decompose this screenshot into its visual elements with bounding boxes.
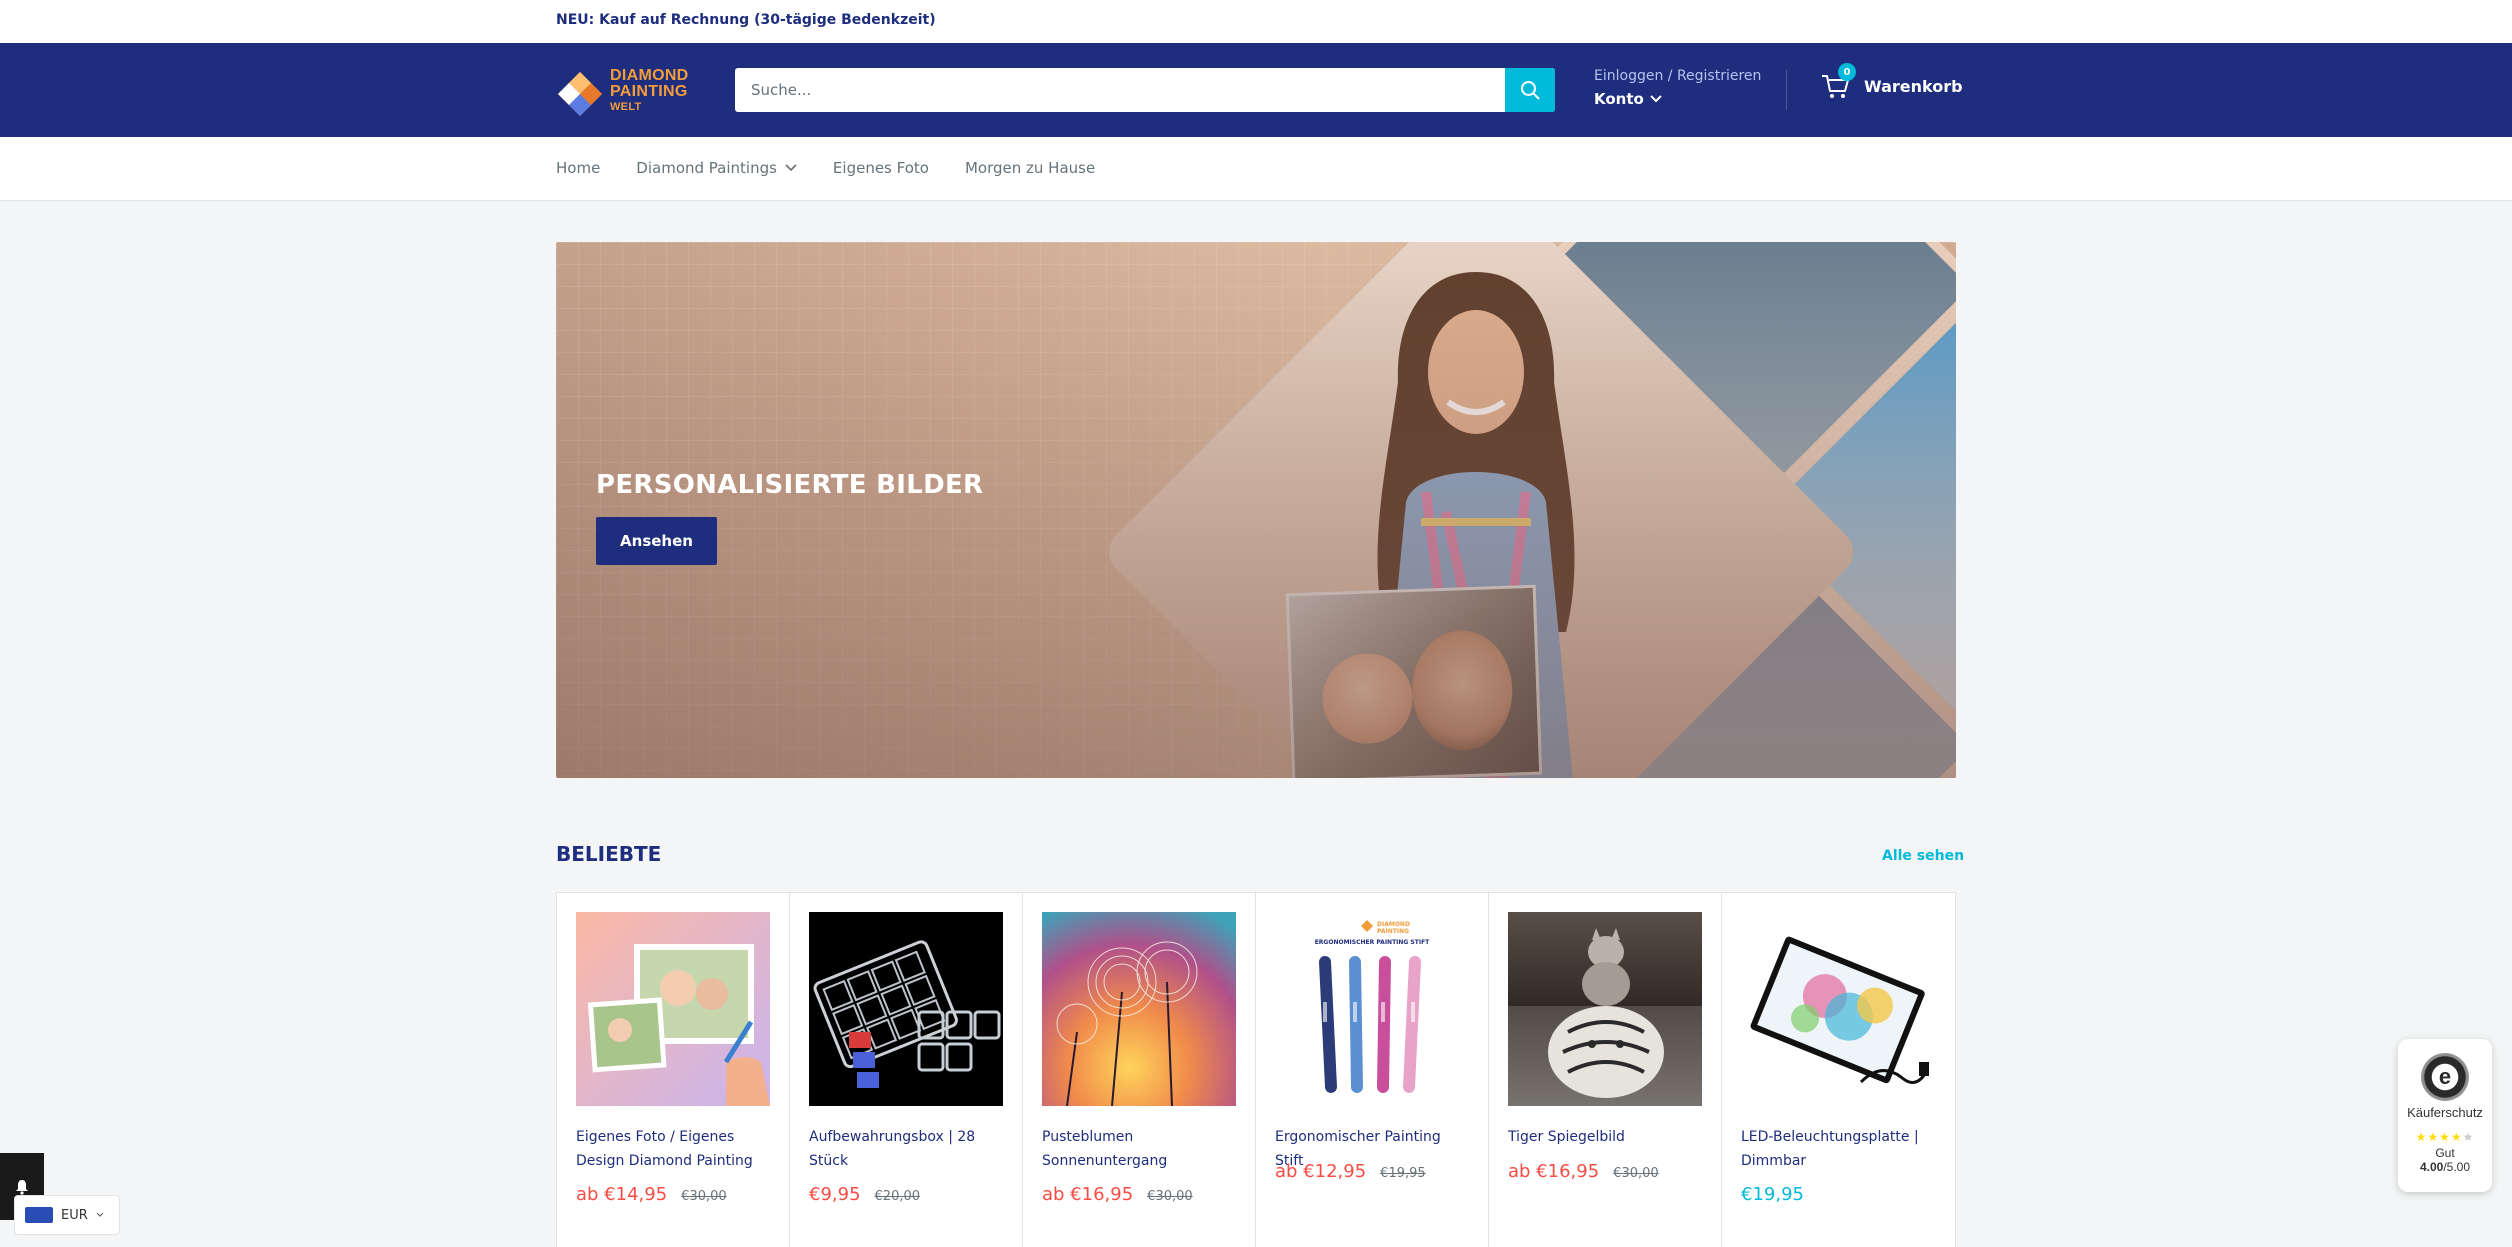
search-icon: [1521, 81, 1540, 100]
chevron-down-icon: [785, 164, 797, 172]
nav-item-morgen-zu-hause[interactable]: Morgen zu Hause: [965, 159, 1095, 177]
search-button[interactable]: [1505, 68, 1555, 112]
sale-price: ab €12,95: [1275, 1161, 1367, 1182]
cart-count-badge: 0: [1838, 63, 1856, 81]
site-header: DIAMOND PAINTING WELT Einloggen / Regist…: [0, 43, 2512, 137]
diamond-logo-icon: [558, 72, 602, 116]
product-name[interactable]: Aufbewahrungsbox | 28 Stück: [809, 1125, 1005, 1173]
hero-banner[interactable]: PERSONALISIERTE BILDER Ansehen: [556, 242, 1956, 778]
hero-overlay: [556, 242, 1956, 778]
product-price: ab €16,95 €30,00: [1508, 1161, 1659, 1182]
original-price: €30,00: [1613, 1166, 1659, 1181]
product-name[interactable]: LED-Beleuchtungsplatte | Dimmbar: [1741, 1125, 1937, 1173]
product-price: €19,95: [1741, 1184, 1804, 1205]
nav-label: Home: [556, 159, 601, 177]
product-image-caption: ERGONOMISCHER PAINTING STIFT: [1315, 939, 1430, 946]
hero-cta-button[interactable]: Ansehen: [596, 517, 717, 565]
trust-badge[interactable]: e Käuferschutz ★★★★★ Gut 4.00/5.00: [2398, 1039, 2492, 1192]
sale-price: ab €14,95: [576, 1184, 668, 1205]
chevron-down-icon: [1650, 95, 1662, 103]
nav-label: Morgen zu Hause: [964, 159, 1096, 177]
sale-price: ab €16,95: [1042, 1184, 1134, 1205]
product-card[interactable]: DIAMOND PAINTING ERGONOMISCHER PAINTING …: [1256, 893, 1489, 1247]
product-price: ab €14,95 €30,00: [576, 1184, 727, 1205]
sale-price: ab €16,95: [1508, 1161, 1600, 1182]
product-price: ab €16,95 €30,00: [1042, 1184, 1193, 1205]
account-label: Konto: [1594, 90, 1644, 108]
original-price: €30,00: [1147, 1189, 1193, 1204]
login-register-link[interactable]: Einloggen / Registrieren: [1594, 68, 1761, 84]
product-card[interactable]: Aufbewahrungsbox | 28 Stück €9,95 €20,00: [790, 893, 1023, 1247]
nav-item-eigenes-foto[interactable]: Eigenes Foto: [833, 159, 929, 177]
product-grid: Eigenes Foto / Eigenes Design Diamond Pa…: [556, 892, 1956, 1247]
logo-line-1: DIAMOND: [610, 67, 689, 84]
original-price: €20,00: [874, 1189, 921, 1204]
original-price: €19,95: [1380, 1166, 1426, 1181]
nav-label: Diamond Paintings: [636, 159, 777, 177]
rating-grade: Gut: [2435, 1146, 2455, 1160]
eu-flag-icon: [25, 1207, 53, 1223]
cart-button[interactable]: 0 Warenkorb: [1820, 63, 1963, 101]
currency-code: EUR: [61, 1207, 88, 1223]
price: €19,95: [1741, 1184, 1804, 1205]
product-card[interactable]: LED-Beleuchtungsplatte | Dimmbar €19,95: [1722, 893, 1955, 1247]
hero-title: PERSONALISIERTE BILDER: [596, 470, 984, 500]
product-card[interactable]: Tiger Spiegelbild ab €16,95 €30,00: [1489, 893, 1722, 1247]
announcement-text[interactable]: NEU: Kauf auf Rechnung (30-tägige Bedenk…: [556, 12, 936, 28]
section-title: BELIEBTE: [556, 842, 662, 866]
product-price: €9,95 €20,00: [809, 1184, 920, 1205]
logo-line-2: PAINTING: [610, 83, 688, 100]
sale-price: €9,95: [809, 1184, 861, 1205]
account-area: Einloggen / Registrieren Konto: [1594, 68, 1761, 108]
product-image[interactable]: [1741, 912, 1935, 1106]
rating-max: /5.00: [2443, 1160, 2471, 1174]
product-image-caption: DIAMOND: [1377, 921, 1410, 928]
logo-line-3: WELT: [610, 101, 642, 113]
logo[interactable]: DIAMOND PAINTING WELT: [556, 66, 706, 116]
trust-seal-icon: e: [2421, 1053, 2469, 1101]
main-nav: Home Diamond Paintings Eigenes Foto Morg…: [0, 137, 2512, 201]
trust-label: Käuferschutz: [2407, 1105, 2483, 1120]
cart-label: Warenkorb: [1864, 76, 1963, 96]
product-image[interactable]: [576, 912, 770, 1106]
product-image[interactable]: [1508, 912, 1702, 1106]
rating-score: 4.00/5.00: [2398, 1160, 2492, 1174]
product-name[interactable]: Eigenes Foto / Eigenes Design Diamond Pa…: [576, 1125, 772, 1173]
account-menu[interactable]: Konto: [1594, 90, 1662, 108]
rating-stars: ★★★★★: [2415, 1130, 2475, 1144]
header-divider: [1786, 70, 1787, 110]
product-name[interactable]: Pusteblumen Sonnenuntergang: [1042, 1125, 1238, 1173]
product-image[interactable]: DIAMOND PAINTING ERGONOMISCHER PAINTING …: [1275, 912, 1469, 1106]
announcement-bar: NEU: Kauf auf Rechnung (30-tägige Bedenk…: [0, 0, 2512, 43]
currency-selector[interactable]: EUR: [14, 1195, 120, 1235]
see-all-link[interactable]: Alle sehen: [1882, 848, 1964, 864]
search-bar: [735, 68, 1555, 112]
product-image[interactable]: [809, 912, 1003, 1106]
nav-label: Eigenes Foto: [832, 159, 929, 177]
product-card[interactable]: Eigenes Foto / Eigenes Design Diamond Pa…: [557, 893, 790, 1247]
product-image[interactable]: [1042, 912, 1236, 1106]
product-name[interactable]: Tiger Spiegelbild: [1508, 1125, 1704, 1149]
original-price: €30,00: [681, 1189, 727, 1204]
product-price: ab €12,95 €19,95: [1275, 1161, 1426, 1182]
bell-icon: [16, 1179, 28, 1195]
cart-icon: 0: [1820, 63, 1856, 101]
product-card[interactable]: Pusteblumen Sonnenuntergang ab €16,95 €3…: [1023, 893, 1256, 1247]
nav-item-home[interactable]: Home: [556, 159, 600, 177]
rating-value: 4.00: [2419, 1160, 2444, 1174]
product-image-caption: PAINTING: [1377, 928, 1409, 935]
chevron-down-icon: [96, 1212, 104, 1217]
search-input[interactable]: [735, 68, 1505, 112]
nav-item-diamond-paintings[interactable]: Diamond Paintings: [636, 159, 797, 177]
logo-text: DIAMOND PAINTING WELT: [610, 67, 689, 114]
